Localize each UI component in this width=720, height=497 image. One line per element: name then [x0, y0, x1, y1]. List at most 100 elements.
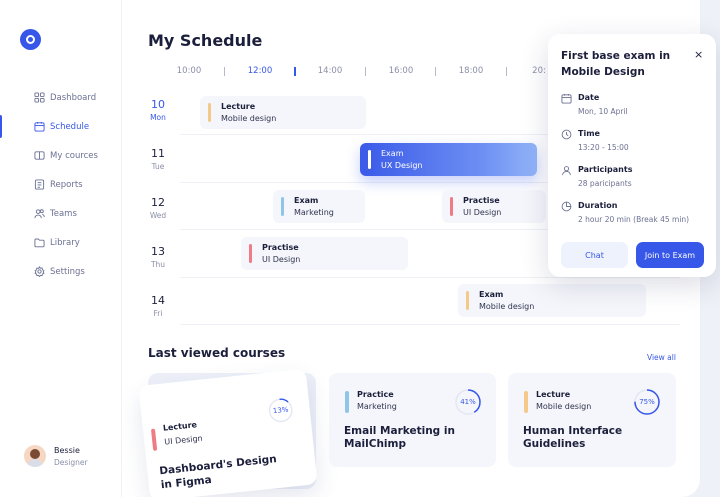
sidebar-item-schedule[interactable]: Schedule — [0, 112, 122, 141]
event-text: Practise UI Design — [463, 196, 501, 217]
day-mon[interactable]: 10 Mon — [148, 98, 168, 122]
day-number: 11 — [151, 147, 165, 160]
event-text: Exam Mobile design — [479, 290, 534, 311]
time-label-active[interactable]: 12:00 — [245, 66, 275, 76]
day-name: Fri — [153, 309, 163, 318]
day-number: 10 — [151, 98, 165, 111]
course-subject: Mobile design — [536, 402, 592, 411]
day-wed[interactable]: 12 Wed — [148, 196, 168, 220]
event-text: Exam UX Design — [381, 149, 423, 170]
event-subject: Mobile design — [221, 114, 277, 123]
sidebar-item-label: My cources — [50, 150, 98, 161]
join-exam-button[interactable]: Join to Exam — [636, 242, 704, 268]
detail-value: 28 paricipants — [578, 179, 632, 188]
row-divider — [180, 324, 680, 325]
report-icon — [34, 179, 45, 190]
detail-value: 2 hour 20 min (Break 45 min) — [578, 215, 690, 224]
event-color-bar — [208, 103, 211, 122]
course-subject: UI Design — [163, 433, 204, 447]
view-all-link[interactable]: View all — [647, 353, 676, 362]
progress-label: 41% — [460, 398, 476, 406]
event-color-bar — [249, 244, 252, 263]
section-title: Last viewed courses — [148, 346, 286, 360]
time-tick — [365, 67, 366, 76]
sidebar-item-label: Schedule — [50, 121, 90, 132]
schedule-event[interactable]: Practise UI Design — [442, 190, 546, 223]
day-fri[interactable]: 14 Fri — [148, 294, 168, 318]
detail-label: Participants — [578, 165, 633, 174]
event-subject: Mobile design — [479, 302, 535, 311]
sidebar-item-my-courses[interactable]: My cources — [0, 141, 122, 170]
event-color-bar — [450, 197, 453, 216]
user-icon — [562, 166, 571, 176]
event-color-bar — [466, 291, 469, 310]
grid-icon — [34, 92, 45, 103]
progress-label: 75% — [639, 398, 655, 406]
time-tick — [506, 67, 507, 76]
app-logo[interactable] — [20, 29, 41, 50]
schedule-event-selected[interactable]: Exam UX Design — [360, 143, 537, 176]
page-title: My Schedule — [148, 31, 263, 50]
event-subject: UI Design — [463, 208, 502, 217]
user-info: Bessie Designer — [54, 446, 88, 467]
sidebar-item-library[interactable]: Library — [0, 228, 122, 257]
event-type: Lecture — [221, 102, 256, 111]
sidebar-item-label: Dashboard — [50, 92, 97, 103]
time-tick — [435, 67, 436, 76]
course-type: Lecture — [162, 420, 198, 433]
detail-label: Date — [578, 93, 600, 102]
course-card[interactable]: Lecture Mobile design 75% Human Interfac… — [508, 373, 676, 467]
course-title: Dashboard's Design in Figma — [158, 453, 278, 492]
course-card[interactable]: Practice Marketing 41% Email Marketing i… — [329, 373, 496, 467]
sidebar-item-teams[interactable]: Teams — [0, 199, 122, 228]
event-color-bar — [281, 197, 284, 216]
time-tick — [224, 67, 225, 76]
time-label: 10:00 — [176, 66, 202, 76]
day-thu[interactable]: 13 Thu — [148, 245, 168, 269]
event-type: Practise — [463, 196, 500, 205]
event-type: Exam — [381, 149, 404, 158]
calendar-icon — [34, 121, 45, 132]
schedule-event[interactable]: Practise UI Design — [241, 237, 408, 270]
day-tue[interactable]: 11 Tue — [148, 147, 168, 171]
detail-value: Mon, 10 April — [578, 107, 628, 116]
event-color-bar — [368, 150, 371, 169]
folder-icon — [34, 238, 45, 248]
schedule-event[interactable]: Exam Mobile design — [458, 284, 646, 317]
schedule-event[interactable]: Exam Marketing — [273, 190, 365, 223]
close-icon[interactable]: × — [694, 48, 703, 61]
timer-icon — [561, 201, 572, 212]
event-type: Practise — [262, 243, 299, 252]
row-divider — [180, 277, 680, 278]
event-text: Exam Marketing — [294, 196, 334, 217]
current-time-tick — [294, 67, 296, 76]
clock-icon — [561, 129, 572, 140]
sidebar-nav: Dashboard Schedule My cources Reports Te… — [0, 83, 122, 286]
sidebar-item-dashboard[interactable]: Dashboard — [0, 83, 122, 112]
day-number: 12 — [151, 196, 165, 209]
event-subject: Marketing — [294, 208, 334, 217]
gear-icon — [34, 266, 45, 277]
chat-button[interactable]: Chat — [561, 242, 628, 268]
course-color-bar — [345, 391, 349, 413]
sidebar-item-settings[interactable]: Settings — [0, 257, 122, 286]
event-text: Practise UI Design — [262, 243, 300, 264]
time-label: 16:00 — [388, 66, 414, 76]
course-title: Human Interface Guidelines — [523, 425, 623, 450]
sidebar-item-label: Library — [50, 237, 80, 248]
course-subject: Marketing — [357, 402, 397, 411]
schedule-event[interactable]: Lecture Mobile design — [200, 96, 366, 129]
sidebar: Dashboard Schedule My cources Reports Te… — [0, 0, 122, 497]
event-subject: UX Design — [381, 161, 423, 170]
sidebar-item-reports[interactable]: Reports — [0, 170, 122, 199]
time-label: 18:00 — [458, 66, 484, 76]
sidebar-item-label: Settings — [50, 266, 85, 277]
book-icon — [34, 151, 45, 160]
course-card[interactable]: Lecture UI Design 13% Dashboard's Design… — [138, 368, 318, 497]
event-details-popover: First base exam in Mobile Design × Date … — [548, 34, 716, 277]
detail-value: 13:20 - 15:00 — [578, 143, 629, 152]
course-type: Lecture — [536, 390, 571, 399]
time-label: 14:00 — [317, 66, 343, 76]
user-profile[interactable]: Bessie Designer — [24, 445, 88, 467]
user-role: Designer — [54, 457, 88, 467]
